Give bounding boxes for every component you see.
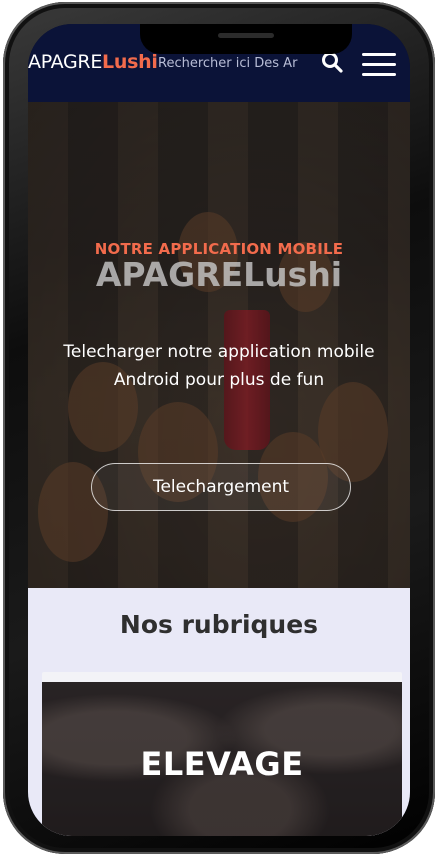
download-button[interactable]: Telechargement xyxy=(91,463,351,511)
rubriques-section: Nos rubriques ELEVAGE xyxy=(28,588,410,836)
speaker-grille xyxy=(218,33,274,38)
hero-description: Telecharger notre application mobile And… xyxy=(63,342,375,390)
search-icon[interactable] xyxy=(321,51,343,73)
hamburger-menu-icon[interactable] xyxy=(362,53,396,76)
rubrique-card-title: ELEVAGE xyxy=(140,745,304,783)
rubrique-card-elevage[interactable]: ELEVAGE xyxy=(42,672,402,836)
section-title: Nos rubriques xyxy=(119,610,319,639)
logo-text-accent: Lushi xyxy=(102,51,158,73)
logo-text-primary: APAGRE xyxy=(28,51,103,73)
hero-banner: NOTRE APPLICATION MOBILE APAGRELushi Tel… xyxy=(28,102,410,588)
hero-title: APAGRELushi xyxy=(95,255,343,294)
screen: APAGRELushi NOTRE APPLICATION MOBILE APA… xyxy=(28,24,410,836)
search-input[interactable] xyxy=(158,53,304,73)
phone-notch xyxy=(140,24,352,54)
site-logo[interactable]: APAGRELushi xyxy=(28,51,158,73)
